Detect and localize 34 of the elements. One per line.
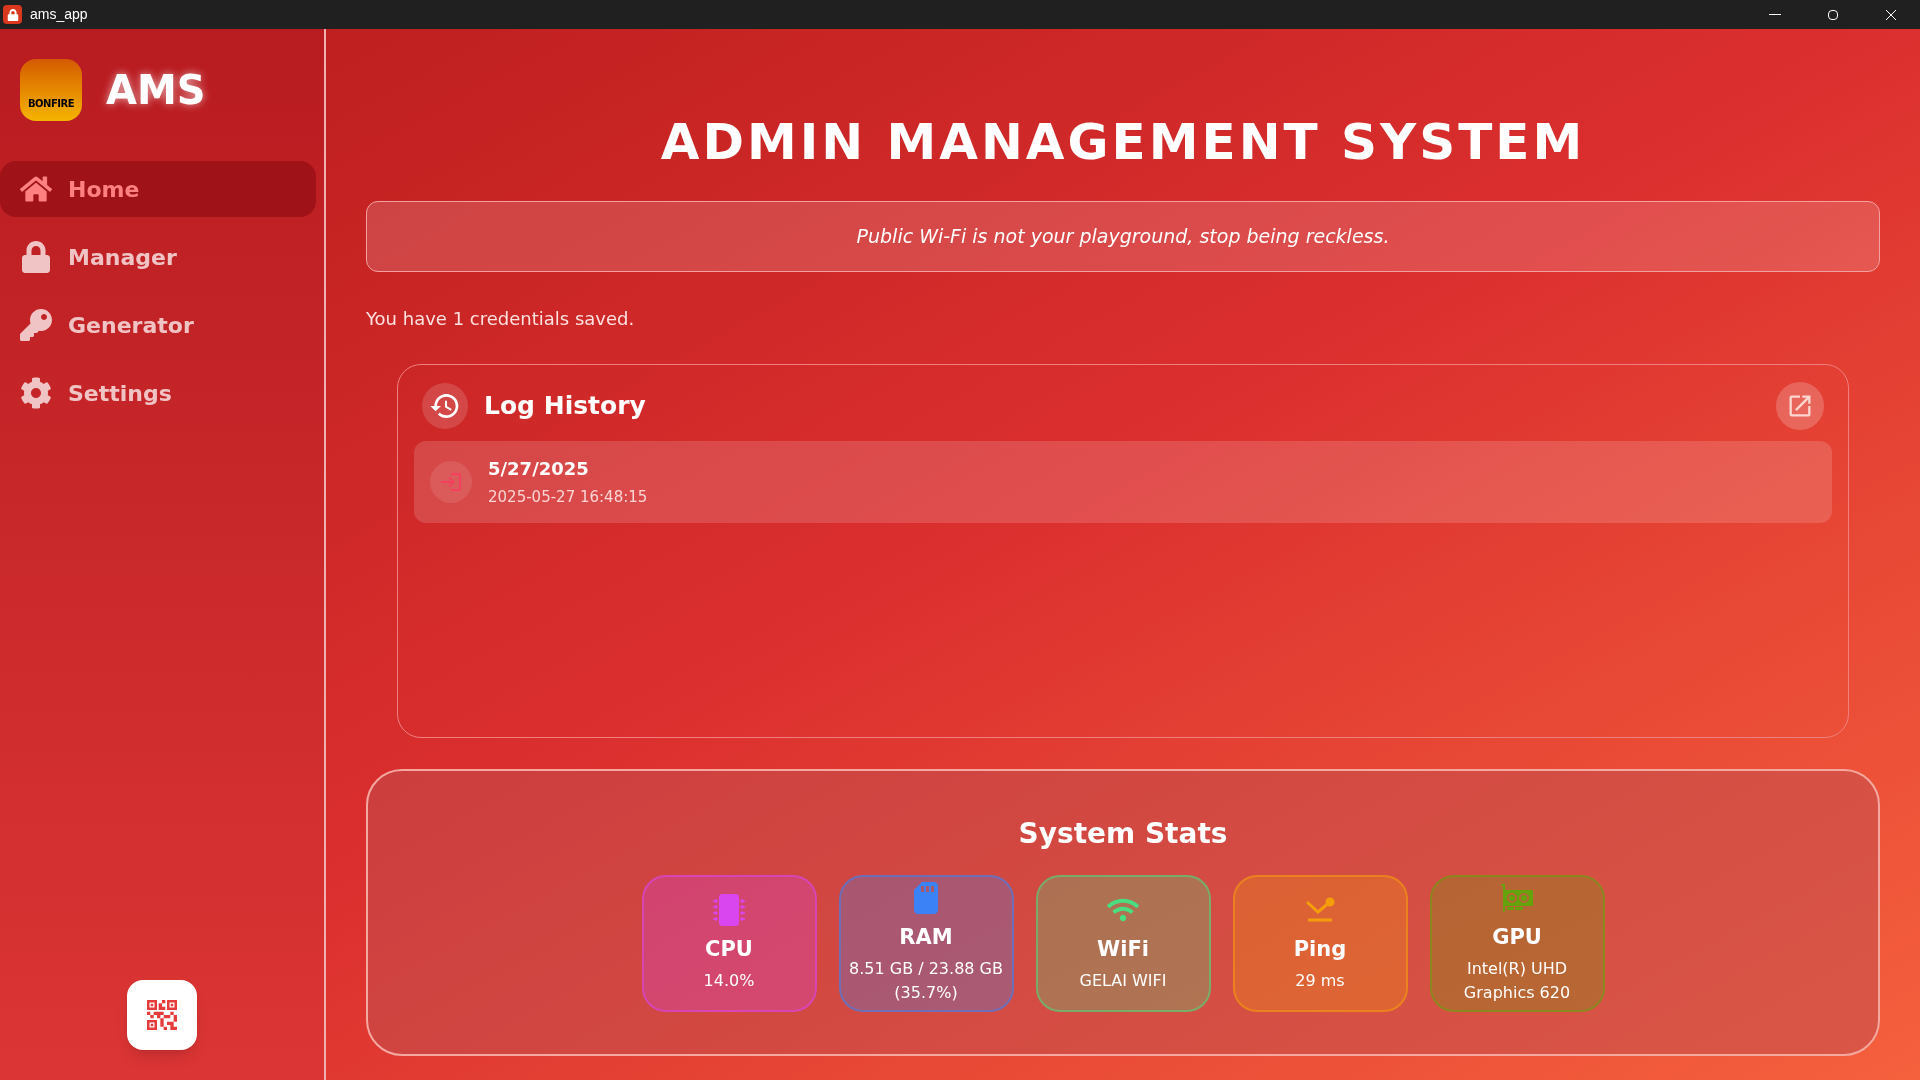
credentials-count: You have 1 credentials saved. [366,307,636,331]
stat-value: 14.0% [702,970,756,993]
login-icon [430,461,472,503]
log-time: 2025-05-27 16:48:15 [488,487,648,509]
lock-icon [3,5,22,24]
sidebar-item[interactable]: Home [0,161,316,217]
log-entry[interactable]: 5/27/2025 2025-05-27 16:48:15 [414,441,1832,523]
page-title: ADMIN MANAGEMENT SYSTEM [659,117,1587,167]
stat-value: Intel(R) UHD Graphics 620 [1462,958,1572,1005]
stat-label: RAM [899,923,953,951]
settings-icon [20,377,52,409]
system-stats-title: System Stats [1018,816,1228,852]
sidebar-item[interactable]: Manager [0,229,316,285]
sidebar-item[interactable]: Settings [0,365,316,421]
stat-value: 29 ms [1294,970,1346,993]
log-date: 5/27/2025 [488,457,590,482]
banner-text: Public Wi-Fi is not your playground, stop being reckless. [856,224,1390,250]
open-external-button[interactable] [1776,382,1824,430]
log-history-title: Log History [484,390,646,423]
stat-value: GELAI WIFI [1078,970,1168,993]
history-icon [422,383,468,429]
key-icon [20,309,52,341]
qr-code-button[interactable] [127,980,197,1050]
stat-label: GPU [1492,923,1542,951]
window-title: ams_app [30,5,88,24]
stat-label: Ping [1293,935,1347,963]
logo-text: BONFIRE [27,99,75,109]
close-icon [1885,8,1897,21]
lock-icon [20,241,52,273]
brand-name: AMS [106,66,206,115]
sidebar-item[interactable]: Generator [0,297,316,353]
stat-label: WiFi [1097,935,1149,963]
stat-value: 8.51 GB / 23.88 GB (35.7%) [848,958,1004,1005]
stat-label: CPU [705,935,753,963]
